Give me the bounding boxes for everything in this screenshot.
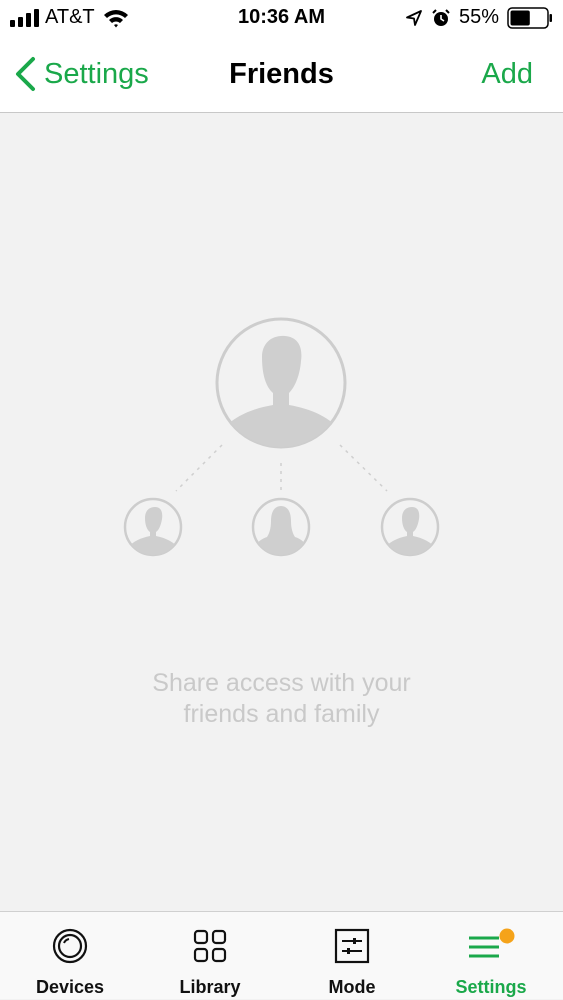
tab-devices[interactable]: Devices	[0, 912, 140, 1000]
notification-badge	[499, 928, 515, 944]
battery-percent: 55%	[458, 6, 499, 28]
empty-state-message: Share access with your friends and famil…	[0, 668, 563, 730]
battery-icon	[507, 6, 552, 29]
add-friend-button[interactable]: Add	[481, 58, 533, 91]
status-right: 55%	[405, 6, 553, 29]
tab-settings[interactable]: Settings	[421, 912, 561, 1000]
friends-share-illustration	[123, 317, 440, 557]
friends-empty-state: Share access with your friends and famil…	[0, 113, 563, 911]
main-person-icon	[215, 317, 347, 449]
alarm-clock-icon	[432, 8, 450, 26]
friend-person-icon-right	[380, 497, 440, 557]
status-bar: AT&T 10:36 AM 55%	[0, 0, 563, 38]
empty-state-line-2: friends and family	[183, 700, 380, 728]
location-arrow-icon	[406, 9, 422, 26]
tab-settings-label: Settings	[455, 977, 527, 997]
tab-devices-label: Devices	[35, 977, 105, 997]
tab-bar: Devices Library Mode Settings	[0, 911, 563, 999]
friend-person-icon-middle	[251, 497, 311, 557]
empty-state-line-1: Share access with your	[152, 669, 411, 697]
tab-mode[interactable]: Mode	[282, 912, 422, 1000]
grid-icon	[193, 929, 227, 963]
tab-mode-label: Mode	[328, 977, 376, 997]
tab-library-label: Library	[179, 977, 241, 997]
friend-person-icon-left	[123, 497, 183, 557]
connector-lines	[175, 444, 388, 492]
tab-library[interactable]: Library	[140, 912, 280, 1000]
menu-lines-icon	[469, 928, 515, 958]
sliders-icon	[334, 928, 370, 964]
camera-lens-icon	[52, 928, 88, 964]
page-title: Friends	[229, 58, 334, 90]
nav-bar: Settings Friends Add	[0, 38, 563, 113]
